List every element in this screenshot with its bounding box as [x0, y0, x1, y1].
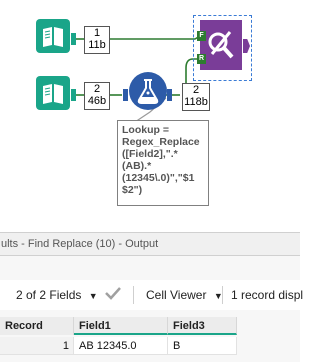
results-panel: ults - Find Replace (10) - Output 2 of 2…: [0, 232, 304, 362]
data-size: 46b: [87, 95, 107, 107]
record-count-box: 2 46b: [84, 82, 110, 110]
replace-anchor[interactable]: R: [197, 54, 206, 64]
book-icon: [43, 27, 63, 47]
checkmark-icon[interactable]: [104, 285, 122, 304]
output-anchor[interactable]: [71, 33, 76, 45]
record-count-box: 1 11b: [84, 26, 110, 54]
record-count: 2: [192, 84, 200, 96]
record-info: 1 record displ: [231, 288, 304, 302]
field1-cell[interactable]: AB 12345.0: [74, 337, 168, 355]
formula-tool[interactable]: [129, 72, 167, 110]
find-replace-body: [200, 20, 242, 70]
fields-selector[interactable]: 2 of 2 Fields ▼: [16, 288, 98, 302]
results-title: ults - Find Replace (10) - Output: [0, 232, 300, 256]
fields-label: 2 of 2 Fields: [16, 288, 82, 302]
cell-viewer-selector[interactable]: Cell Viewer ▼: [146, 288, 223, 302]
flask-icon: [137, 79, 159, 104]
output-anchor[interactable]: [71, 89, 76, 101]
toolbar-divider: [222, 286, 223, 304]
data-size: 118b: [184, 96, 208, 108]
book-icon: [43, 84, 63, 104]
find-replace-icon: [208, 31, 234, 59]
output-anchor[interactable]: [167, 89, 172, 101]
field3-cell[interactable]: B: [168, 337, 237, 355]
column-header-field1[interactable]: Field1: [74, 317, 168, 335]
input-data-tool-1[interactable]: [36, 19, 70, 53]
results-toolbar: 2 of 2 Fields ▼ Cell Viewer ▼ 1 record d…: [0, 280, 304, 310]
find-replace-tool[interactable]: F R: [197, 20, 242, 70]
column-header-record[interactable]: Record: [0, 317, 74, 335]
input-anchor[interactable]: [123, 89, 128, 101]
workflow-canvas[interactable]: 1 11b 2 46b 2 118b F R Lookup = Regex_Re…: [0, 0, 300, 232]
record-number-cell[interactable]: 1: [0, 337, 74, 355]
chevron-down-icon: ▼: [88, 291, 98, 301]
record-count-box: 2 118b: [182, 83, 210, 111]
data-size: 11b: [88, 39, 106, 51]
cell-viewer-label: Cell Viewer: [146, 288, 207, 302]
toolbar-divider: [133, 286, 134, 304]
record-count: 2: [93, 83, 101, 95]
column-header-field3[interactable]: Field3: [168, 317, 237, 335]
find-anchor[interactable]: F: [197, 31, 206, 41]
input-data-tool-2[interactable]: [36, 76, 70, 110]
record-count: 1: [93, 27, 101, 39]
formula-annotation: Lookup = Regex_Replace ([Field2],".*(AB)…: [117, 120, 209, 206]
